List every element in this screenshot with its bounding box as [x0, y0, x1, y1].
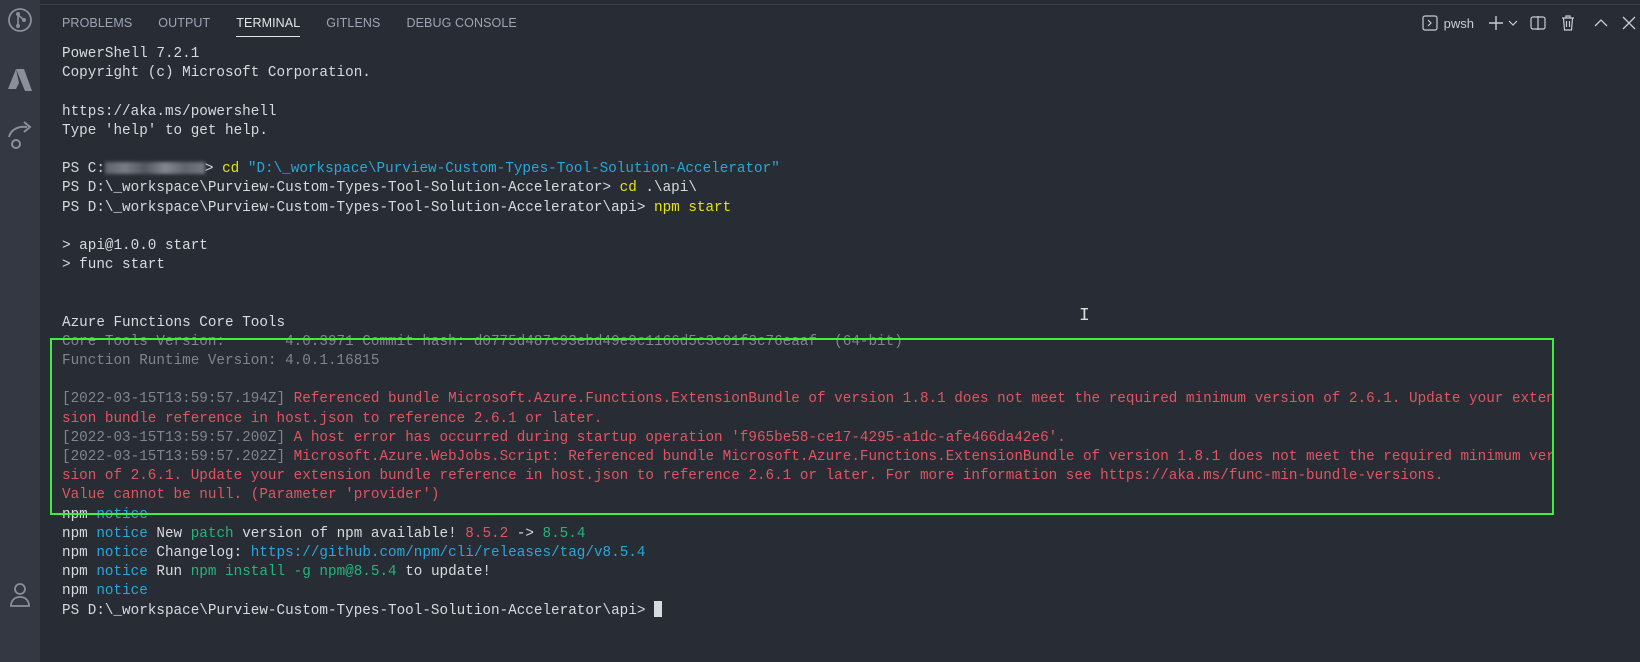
activity-bar — [0, 0, 40, 662]
split-icon — [1530, 16, 1546, 30]
chevron-up-icon — [1594, 19, 1608, 27]
terminal-line: Core Tools Version: 4.0.3971 Commit hash… — [62, 333, 903, 350]
terminal-line: https://aka.ms/powershell — [62, 103, 277, 120]
error-line: [2022-03-15T13:59:57.202Z] Microsoft.Azu… — [62, 448, 1555, 465]
terminal-line: PowerShell 7.2.1 — [62, 46, 200, 62]
shell-name: pwsh — [1443, 15, 1474, 31]
terminal-output[interactable]: PowerShell 7.2.1 Copyright (c) Microsoft… — [62, 45, 1640, 621]
kill-terminal-button[interactable] — [1560, 11, 1576, 35]
error-line: [2022-03-15T13:59:57.200Z] A host error … — [62, 429, 1066, 446]
error-line: Value cannot be null. (Parameter 'provid… — [62, 487, 440, 504]
terminal-line: Type 'help' to get help. — [62, 122, 268, 139]
terminal-line: PS D:\_workspace\Purview-Custom-Types-To… — [62, 199, 732, 216]
error-line: sion bundle reference in host.json to re… — [62, 410, 603, 427]
launch-profile-button[interactable] — [1508, 11, 1518, 35]
tab-debug-console[interactable]: DEBUG CONSOLE — [406, 8, 516, 36]
editor-edge — [40, 0, 1640, 5]
error-line: [2022-03-15T13:59:57.194Z] Referenced bu… — [62, 391, 1555, 408]
split-terminal-button[interactable] — [1530, 11, 1546, 35]
account-icon[interactable] — [0, 576, 40, 612]
terminal-line: Azure Functions Core Tools — [62, 314, 286, 331]
changelog-link[interactable]: https://github.com/npm/cli/releases/tag/… — [251, 545, 646, 561]
tab-output[interactable]: OUTPUT — [158, 8, 210, 36]
plus-icon — [1489, 16, 1503, 30]
terminal-icon — [1422, 15, 1438, 31]
maximize-panel-button[interactable] — [1594, 11, 1608, 35]
error-line: sion of 2.6.1. Update your extension bun… — [62, 468, 1444, 485]
new-terminal-button[interactable] — [1488, 11, 1504, 35]
terminal-cursor — [654, 601, 662, 618]
text-cursor-icon: I — [1079, 306, 1090, 326]
chevron-down-icon — [1508, 20, 1518, 26]
terminal-line: Function Runtime Version: 4.0.1.16815 — [62, 353, 380, 369]
source-control-icon[interactable] — [0, 2, 40, 38]
terminal-prompt[interactable]: PS D:\_workspace\Purview-Custom-Types-To… — [62, 601, 1640, 620]
terminal-selector[interactable]: pwsh — [1422, 11, 1474, 35]
remote-explorer-icon[interactable] — [0, 116, 40, 152]
tab-gitlens[interactable]: GITLENS — [326, 8, 380, 36]
terminal-line: > func start — [62, 257, 165, 274]
terminal-toolbar: pwsh — [1422, 8, 1640, 38]
terminal-line: Copyright (c) Microsoft Corporation. — [62, 65, 371, 82]
tab-problems[interactable]: PROBLEMS — [62, 8, 132, 36]
terminal-line: > api@1.0.0 start — [62, 237, 208, 254]
redacted-path — [104, 162, 205, 175]
terminal-line: PS D:\_workspace\Purview-Custom-Types-To… — [62, 180, 697, 197]
terminal-line: npm notice — [62, 506, 148, 523]
azure-icon[interactable] — [0, 62, 40, 98]
panel-tabs: PROBLEMS OUTPUT TERMINAL GITLENS DEBUG C… — [62, 8, 543, 38]
tab-terminal[interactable]: TERMINAL — [236, 8, 301, 37]
close-panel-button[interactable] — [1622, 11, 1636, 35]
terminal-line: PS C: > cd "D:\_workspace\Purview-Custom-… — [62, 161, 780, 178]
trash-icon — [1562, 15, 1574, 31]
terminal-line: npm notice Run npm install -g npm@8.5.4 … — [62, 564, 492, 581]
terminal-line: npm notice New patch version of npm avai… — [62, 525, 586, 542]
terminal-line: npm notice — [62, 583, 148, 600]
terminal-line: npm notice Changelog: https://github.com… — [62, 544, 646, 561]
close-icon — [1622, 16, 1636, 30]
